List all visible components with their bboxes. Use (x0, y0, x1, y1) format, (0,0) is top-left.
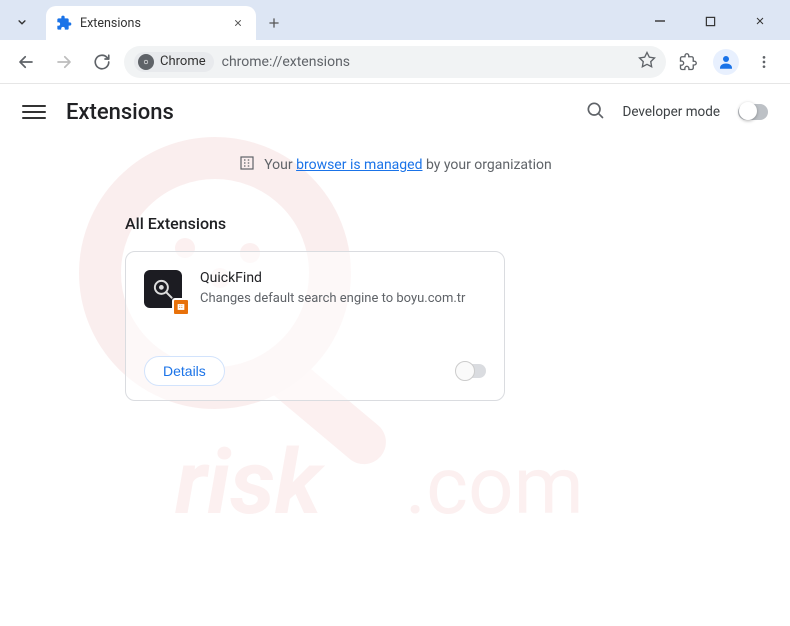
extension-card: QuickFind Changes default search engine … (125, 251, 505, 401)
maximize-button[interactable] (688, 6, 732, 36)
window-controls (638, 6, 782, 36)
address-bar[interactable]: Chrome chrome://extensions (124, 46, 666, 78)
close-tab-icon[interactable] (230, 15, 246, 31)
developer-mode-toggle[interactable] (738, 104, 768, 120)
bookmark-star-icon[interactable] (638, 51, 656, 73)
managed-link[interactable]: browser is managed (296, 157, 422, 173)
managed-text: Your browser is managed by your organiza… (264, 157, 552, 173)
extension-description: Changes default search engine to boyu.co… (200, 290, 486, 308)
tab-strip: Extensions (0, 0, 790, 40)
url-text: chrome://extensions (222, 54, 350, 70)
back-button[interactable] (10, 46, 42, 78)
tab-search-dropdown[interactable] (8, 8, 36, 36)
extension-name: QuickFind (200, 270, 486, 286)
new-tab-button[interactable] (260, 9, 288, 37)
puzzle-icon (56, 15, 72, 31)
site-chip-label: Chrome (160, 54, 206, 69)
menu-icon[interactable] (22, 100, 46, 124)
extensions-header: Extensions Developer mode (0, 84, 790, 140)
search-icon[interactable] (585, 100, 605, 124)
browser-toolbar: Chrome chrome://extensions (0, 40, 790, 84)
page-title: Extensions (66, 100, 174, 125)
site-chip[interactable]: Chrome (134, 52, 214, 72)
reload-button[interactable] (86, 46, 118, 78)
extensions-icon[interactable] (672, 46, 704, 78)
forward-button[interactable] (48, 46, 80, 78)
extension-icon-wrap (144, 270, 184, 310)
developer-mode-label: Developer mode (623, 104, 721, 120)
details-button[interactable]: Details (144, 356, 225, 386)
extension-toggle[interactable] (456, 364, 486, 378)
chrome-icon (138, 54, 154, 70)
managed-banner: Your browser is managed by your organiza… (0, 140, 790, 190)
kebab-menu-icon[interactable] (748, 46, 780, 78)
close-window-button[interactable] (738, 6, 782, 36)
browser-tab[interactable]: Extensions (46, 6, 256, 40)
minimize-button[interactable] (638, 6, 682, 36)
profile-avatar[interactable] (710, 46, 742, 78)
tab-title: Extensions (80, 16, 141, 31)
building-icon (238, 154, 256, 176)
section-title: All Extensions (125, 214, 665, 233)
managed-badge-icon (172, 298, 190, 316)
